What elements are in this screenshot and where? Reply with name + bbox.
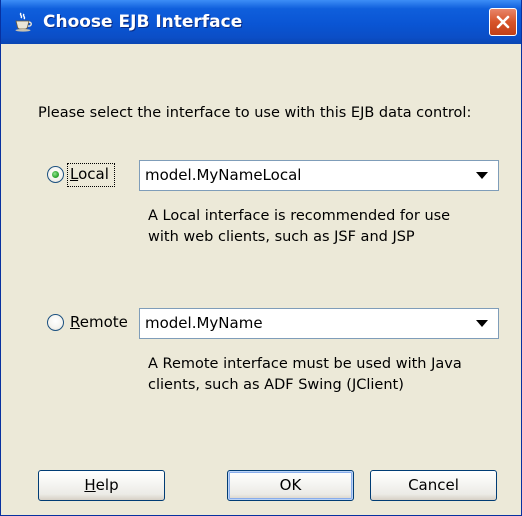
coffee-cup-icon [15,12,32,32]
ok-label: OK [279,476,302,494]
choose-ejb-interface-dialog: Choose EJB Interface Please select the i… [0,0,522,516]
chevron-down-icon[interactable] [476,320,488,327]
remote-mnemonic: R [70,313,80,331]
remote-interface-combo[interactable]: model.MyName [139,308,499,339]
local-interface-combo[interactable]: model.MyNameLocal [139,160,499,191]
remote-help-text: A Remote interface must be used with Jav… [148,354,462,396]
remote-help-line-1: A Remote interface must be used with Jav… [148,356,462,372]
radio-selected-dot [52,171,59,178]
local-combo-value: model.MyNameLocal [145,166,302,184]
close-icon [496,15,510,29]
cancel-label: Cancel [408,476,459,494]
local-help-text: A Local interface is recommended for use… [148,206,450,248]
local-label-rest: ocal [78,165,109,183]
close-button[interactable] [489,8,517,36]
remote-radio[interactable] [47,314,64,331]
remote-help-line-2: clients, such as ADF Swing (JClient) [148,377,404,393]
remote-combo-value: model.MyName [145,314,263,332]
help-button[interactable]: Help [38,470,165,501]
local-radio[interactable] [47,166,64,183]
local-radio-label[interactable]: Local [70,165,109,183]
cancel-button[interactable]: Cancel [370,470,497,501]
help-label-rest: elp [95,476,119,494]
dialog-title: Choose EJB Interface [43,12,243,32]
instruction-text: Please select the interface to use with … [38,105,472,121]
local-help-line-1: A Local interface is recommended for use [148,208,451,224]
chevron-down-icon[interactable] [476,172,488,179]
local-help-line-2: with web clients, such as JSF and JSP [148,229,415,245]
help-mnemonic: H [84,476,96,494]
ok-button[interactable]: OK [227,470,354,501]
remote-label-rest: emote [79,313,128,331]
local-mnemonic: L [70,165,79,183]
title-bar[interactable]: Choose EJB Interface [1,0,521,44]
remote-radio-label[interactable]: Remote [70,313,128,331]
